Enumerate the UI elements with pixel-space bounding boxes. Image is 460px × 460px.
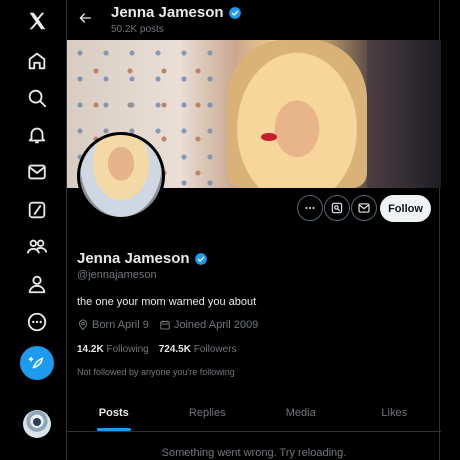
profile-handle: @jennajameson bbox=[77, 269, 157, 281]
birthday-text: Born April 9 bbox=[92, 319, 149, 331]
grok-profile-button[interactable] bbox=[324, 195, 350, 221]
more-icon[interactable] bbox=[18, 303, 56, 341]
joined-item: Joined April 2009 bbox=[159, 319, 258, 331]
following-label: Following bbox=[106, 344, 149, 355]
back-button[interactable] bbox=[75, 8, 95, 28]
banner-portrait bbox=[227, 40, 367, 188]
following-link[interactable]: 14.2K Following bbox=[77, 344, 149, 355]
location-pin-icon bbox=[78, 319, 88, 331]
banner-shadow bbox=[367, 40, 441, 188]
tab-media[interactable]: Media bbox=[254, 394, 348, 431]
profile-header-bar: Jenna Jameson 50.2K posts bbox=[67, 0, 441, 40]
tab-replies[interactable]: Replies bbox=[161, 394, 255, 431]
feather-plus-icon bbox=[28, 357, 44, 369]
search-icon[interactable] bbox=[18, 79, 56, 117]
notifications-icon[interactable] bbox=[18, 116, 56, 154]
tab-posts[interactable]: Posts bbox=[67, 394, 161, 431]
profile-meta: Born April 9 Joined April 2009 bbox=[77, 319, 258, 331]
arrow-left-icon bbox=[79, 13, 91, 23]
verified-badge-icon bbox=[228, 6, 241, 19]
followers-count: 724.5K bbox=[158, 344, 191, 355]
profile-icon[interactable] bbox=[18, 265, 56, 303]
more-options-button[interactable] bbox=[297, 195, 323, 221]
joined-text: Joined April 2009 bbox=[173, 319, 259, 331]
messages-icon[interactable] bbox=[18, 153, 56, 191]
followers-link[interactable]: 724.5K Followers bbox=[159, 344, 237, 355]
grok-icon[interactable] bbox=[18, 191, 56, 229]
error-message: Something went wrong. Try reloading. bbox=[161, 447, 347, 459]
profile-avatar[interactable] bbox=[77, 132, 165, 220]
tab-likes[interactable]: Likes bbox=[348, 394, 442, 431]
not-followed-note: Not followed by anyone you're following bbox=[77, 367, 235, 377]
x-logo-icon[interactable] bbox=[18, 2, 56, 40]
profile-name: Jenna Jameson bbox=[77, 250, 208, 267]
home-icon[interactable] bbox=[18, 42, 56, 80]
sidebar-nav bbox=[0, 0, 66, 460]
verified-badge-icon bbox=[194, 252, 207, 265]
calendar-icon bbox=[160, 320, 170, 330]
banner-portrait-detail bbox=[261, 133, 277, 141]
grok-search-icon bbox=[331, 202, 343, 214]
follow-button[interactable]: Follow bbox=[380, 195, 431, 222]
follow-stats: 14.2K Following 724.5K Followers bbox=[77, 344, 237, 355]
profile-column: Jenna Jameson 50.2K posts Follow Jenna J… bbox=[66, 0, 441, 460]
profile-tabs: Posts Replies Media Likes bbox=[67, 394, 441, 432]
followers-label: Followers bbox=[193, 344, 237, 355]
profile-bio: the one your mom warned you about bbox=[77, 296, 257, 308]
message-button[interactable] bbox=[351, 195, 377, 221]
header-post-count: 50.2K posts bbox=[111, 24, 164, 35]
header-name-text: Jenna Jameson bbox=[111, 4, 224, 21]
post-button[interactable] bbox=[20, 346, 54, 380]
communities-icon[interactable] bbox=[18, 228, 56, 266]
ellipsis-icon bbox=[305, 206, 315, 210]
envelope-icon bbox=[358, 203, 370, 213]
birthday-item: Born April 9 bbox=[77, 319, 149, 331]
following-count: 14.2K bbox=[77, 344, 104, 355]
account-avatar[interactable] bbox=[23, 410, 51, 438]
profile-name-text: Jenna Jameson bbox=[77, 250, 190, 267]
header-name: Jenna Jameson bbox=[111, 4, 242, 21]
